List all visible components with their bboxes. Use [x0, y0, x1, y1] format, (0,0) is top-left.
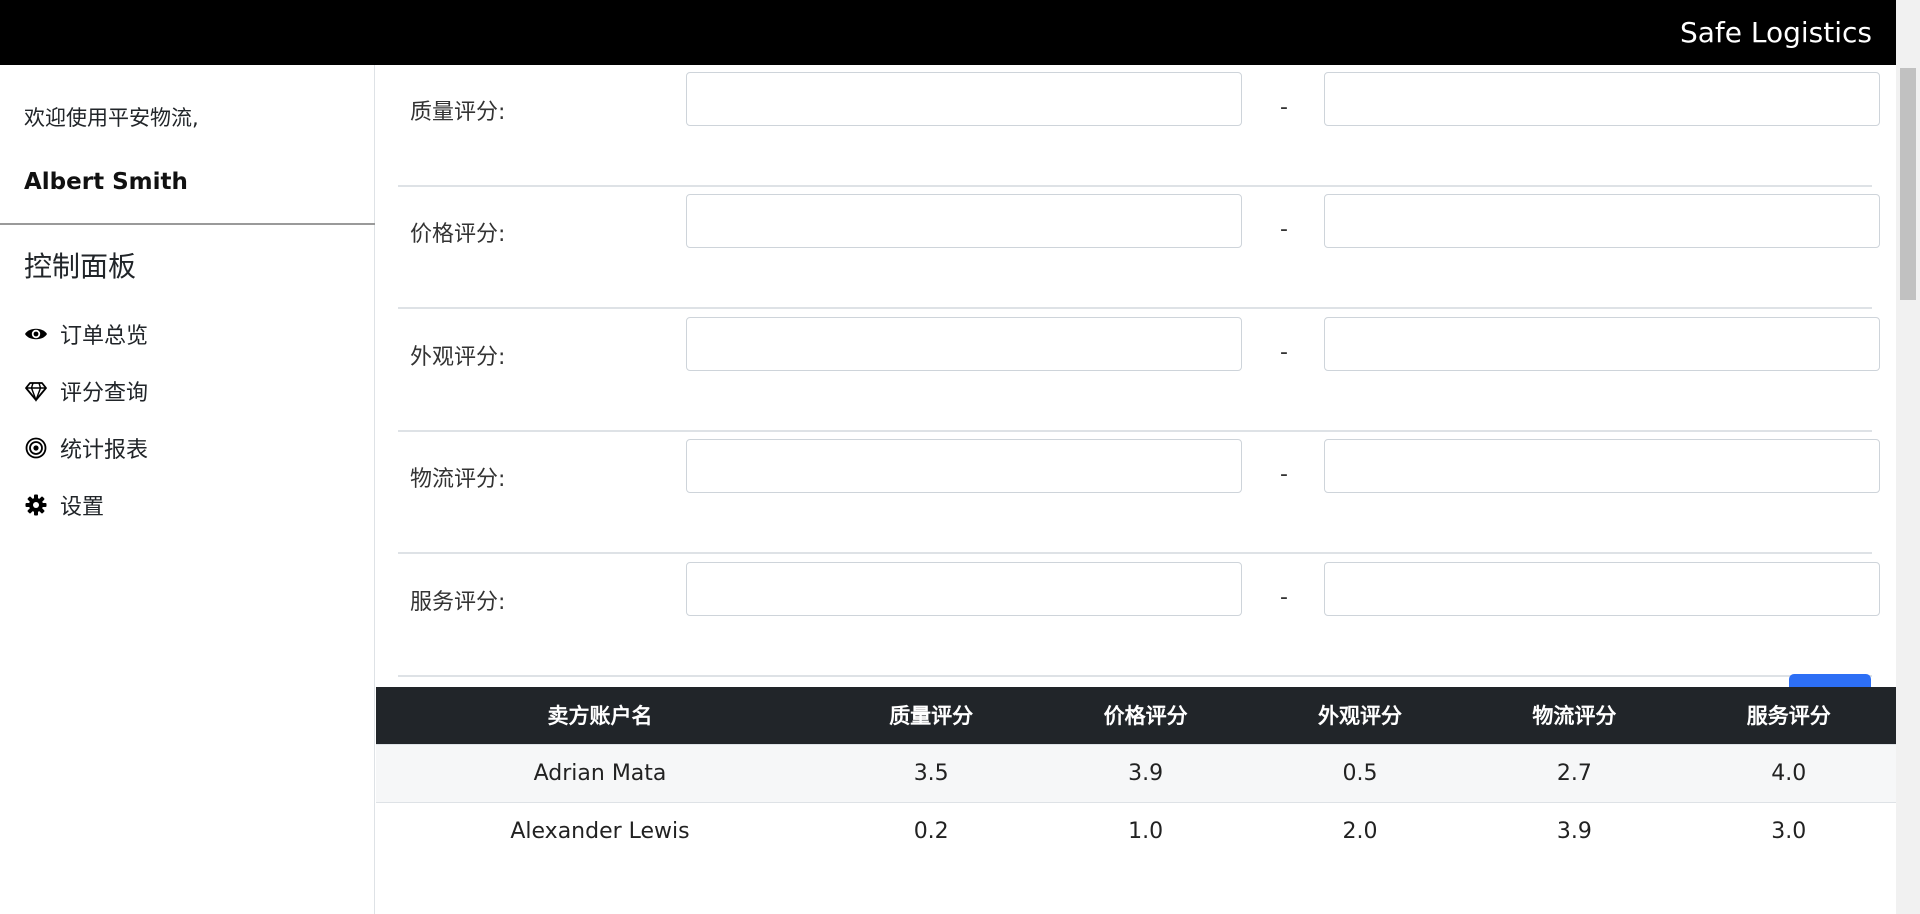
score-cell: 1.0 [1038, 801, 1253, 860]
price-min-input[interactable] [686, 194, 1242, 248]
score-cell: 3.5 [824, 743, 1039, 802]
score-cell: 2.7 [1467, 743, 1682, 802]
range-separator: - [1280, 95, 1288, 120]
score-cell: 3.9 [1467, 801, 1682, 860]
filter-label: 服务评分: [410, 590, 506, 615]
filter-label: 外观评分: [410, 345, 506, 370]
brand-title[interactable]: Safe Logistics [1680, 0, 1872, 65]
filter-row-service: 服务评分: - [398, 555, 1880, 677]
vertical-scrollbar[interactable] [1896, 0, 1920, 914]
column-header[interactable]: 价格评分 [1038, 687, 1253, 744]
range-separator: - [1280, 340, 1288, 365]
score-cell: 3.9 [1038, 743, 1253, 802]
price-max-input[interactable] [1324, 194, 1880, 248]
user-name: Albert Smith [24, 169, 188, 195]
table-header-row: 卖方账户名 质量评分 价格评分 外观评分 物流评分 服务评分 [376, 687, 1896, 744]
column-header[interactable]: 质量评分 [824, 687, 1039, 744]
filter-row-logistics: 物流评分: - [398, 432, 1880, 554]
score-cell: 3.0 [1681, 801, 1896, 860]
sidebar-divider [0, 223, 375, 225]
range-separator: - [1280, 585, 1288, 610]
appearance-max-input[interactable] [1324, 317, 1880, 371]
filter-label: 价格评分: [410, 222, 506, 247]
ratings-table: 卖方账户名 质量评分 价格评分 外观评分 物流评分 服务评分 Adrian Ma… [376, 687, 1896, 860]
welcome-text: 欢迎使用平安物流, [24, 106, 199, 130]
seller-name-cell: Alexander Lewis [376, 801, 824, 860]
range-separator: - [1280, 217, 1288, 242]
sidebar-nav: 订单总览 评分查询 统计报表 设置 [24, 305, 148, 533]
filter-row-appearance: 外观评分: - [398, 310, 1880, 432]
logistics-min-input[interactable] [686, 439, 1242, 493]
sidebar-item-ratings[interactable]: 评分查询 [24, 362, 148, 419]
filter-row-quality: 质量评分: - [398, 65, 1880, 187]
score-cell: 4.0 [1681, 743, 1896, 802]
sidebar-item-label: 评分查询 [60, 380, 149, 406]
score-cell: 0.5 [1252, 743, 1468, 802]
top-navbar: Safe Logistics [0, 0, 1896, 65]
gem-icon [24, 379, 48, 403]
table-row[interactable]: Alexander Lewis 0.2 1.0 2.0 3.9 3.0 [376, 801, 1896, 860]
sidebar-item-label: 订单总览 [60, 323, 149, 349]
service-max-input[interactable] [1324, 562, 1880, 616]
sidebar-item-reports[interactable]: 统计报表 [24, 419, 148, 476]
target-icon [24, 436, 48, 460]
column-header[interactable]: 服务评分 [1681, 687, 1896, 744]
gear-icon [24, 493, 48, 517]
sidebar-item-label: 设置 [60, 494, 105, 520]
quality-max-input[interactable] [1324, 72, 1880, 126]
column-header[interactable]: 外观评分 [1252, 687, 1468, 744]
score-cell: 0.2 [824, 801, 1039, 860]
appearance-min-input[interactable] [686, 317, 1242, 371]
column-header[interactable]: 物流评分 [1467, 687, 1682, 744]
scrollbar-thumb[interactable] [1900, 68, 1916, 300]
score-cell: 2.0 [1252, 801, 1468, 860]
seller-name-cell: Adrian Mata [376, 743, 824, 802]
service-min-input[interactable] [686, 562, 1242, 616]
quality-min-input[interactable] [686, 72, 1242, 126]
filter-row-price: 价格评分: - [398, 187, 1880, 309]
filter-label: 质量评分: [410, 100, 506, 125]
sidebar: 欢迎使用平安物流, Albert Smith 控制面板 订单总览 评分查询 统计… [0, 65, 375, 914]
eye-icon [24, 322, 48, 346]
table-row[interactable]: Adrian Mata 3.5 3.9 0.5 2.7 4.0 [376, 743, 1896, 802]
sidebar-item-label: 统计报表 [60, 437, 149, 463]
sidebar-item-settings[interactable]: 设置 [24, 476, 148, 533]
filter-label: 物流评分: [410, 467, 506, 492]
range-separator: - [1280, 462, 1288, 487]
column-header[interactable]: 卖方账户名 [376, 687, 824, 744]
control-panel-title: 控制面板 [24, 250, 137, 283]
sidebar-item-orders[interactable]: 订单总览 [24, 305, 148, 362]
logistics-max-input[interactable] [1324, 439, 1880, 493]
